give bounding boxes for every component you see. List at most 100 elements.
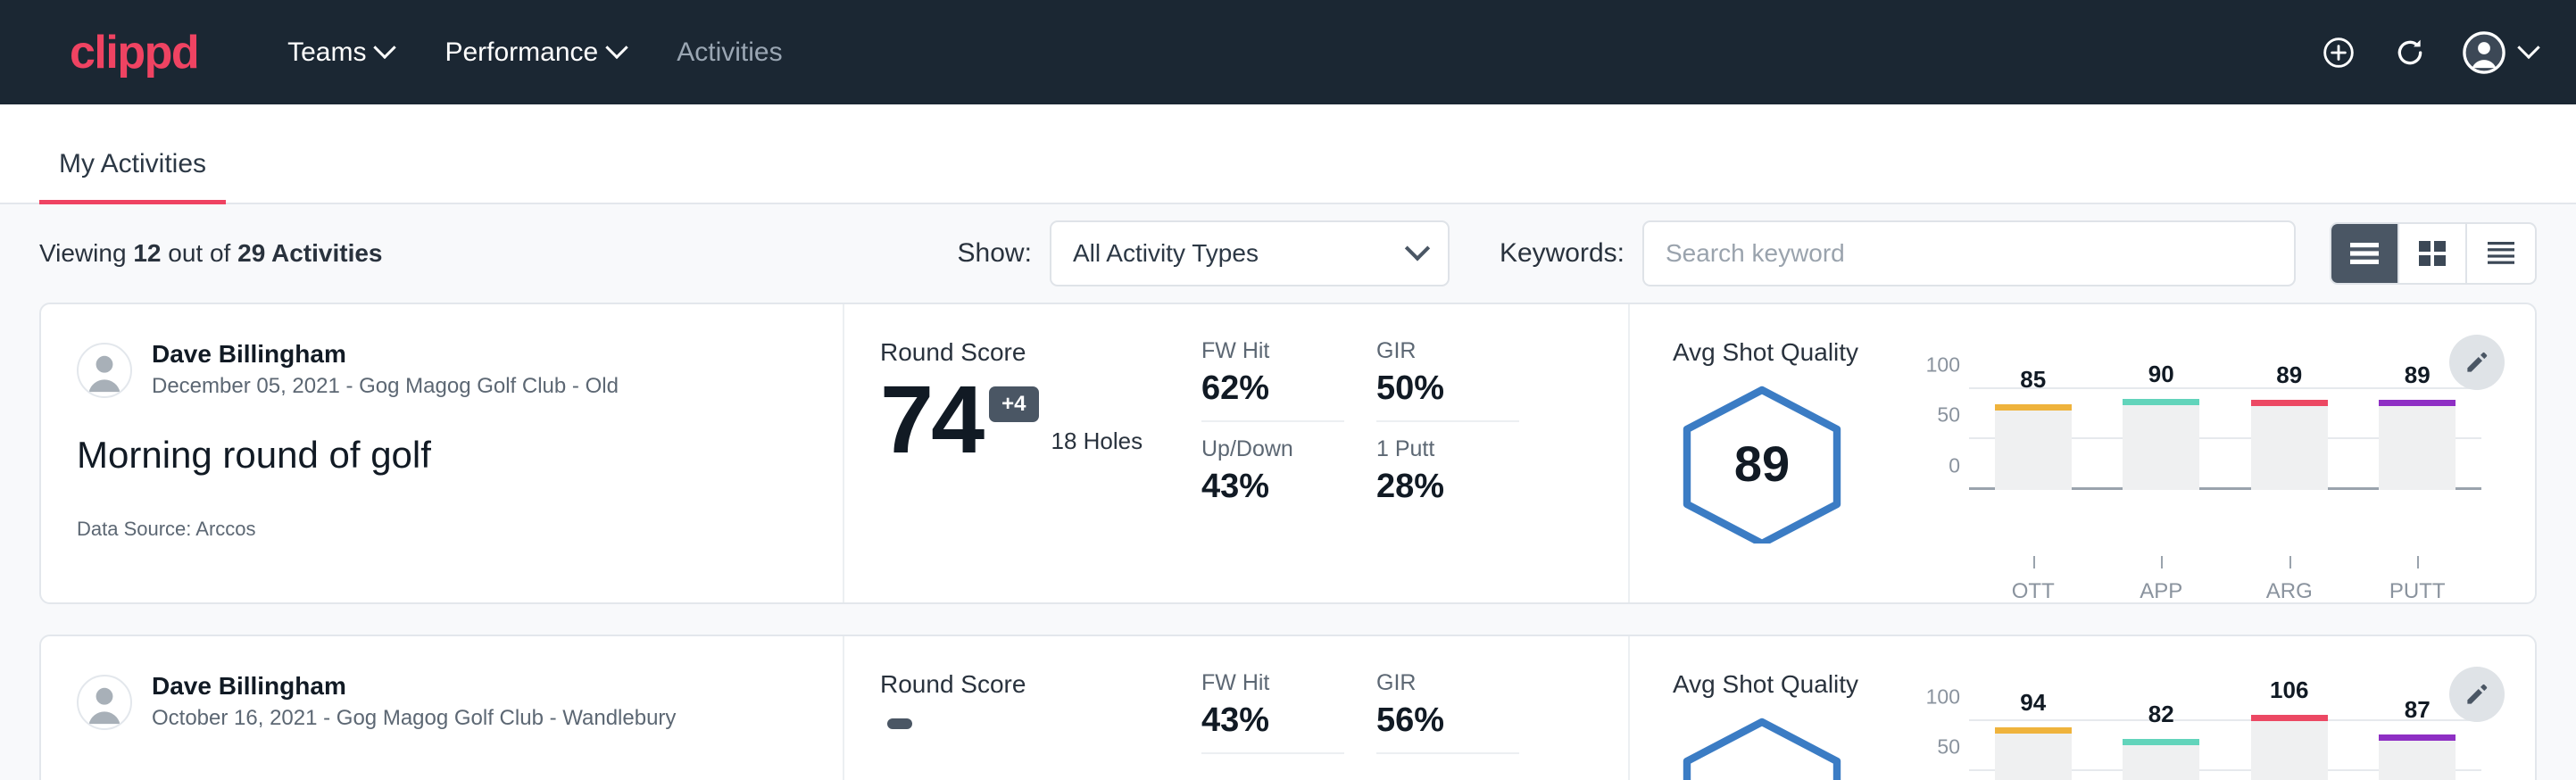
edit-activity-button[interactable] — [2449, 667, 2505, 722]
shot-quality-chart: 050100 85908989 OTTAPPARGPUTT — [1914, 338, 2535, 602]
shot-quality-section: Avg Shot Quality 89 050100 85908989 OTTA… — [1630, 304, 2535, 602]
chart-bar-slot: 106 — [2251, 706, 2328, 780]
view-mode-toggle-group — [2330, 222, 2537, 285]
shot-quality-label: Avg Shot Quality — [1673, 338, 1914, 367]
activity-summary: Dave Billingham December 05, 2021 - Gog … — [41, 304, 844, 602]
nav-actions — [2319, 30, 2537, 75]
chart-bars: 948210687 — [1969, 706, 2481, 780]
chart-bar — [2251, 715, 2328, 780]
search-field[interactable] — [1642, 220, 2296, 286]
player-row: Dave Billingham December 05, 2021 - Gog … — [77, 338, 807, 402]
chart-plot-area: 948210687 — [1969, 706, 2481, 780]
nav-item-activities-label: Activities — [677, 37, 782, 68]
nav-item-teams[interactable]: Teams — [287, 37, 393, 68]
add-activity-button[interactable] — [2319, 33, 2358, 72]
chevron-down-icon — [374, 36, 396, 58]
stat-fw-hit: FW Hit 43% — [1201, 670, 1344, 754]
player-name: Dave Billingham — [152, 338, 619, 370]
chart-bar — [2251, 400, 2328, 490]
chart-bar — [2379, 734, 2456, 780]
person-icon — [79, 675, 130, 730]
chart-bar-cap — [2123, 739, 2199, 745]
chart-bar-cap — [2379, 734, 2456, 741]
edit-activity-button[interactable] — [2449, 335, 2505, 390]
activity-meta: October 16, 2021 - Gog Magog Golf Club -… — [152, 702, 676, 734]
stat-one-putt — [1376, 768, 1519, 780]
pencil-icon — [2464, 681, 2490, 708]
player-info: Dave Billingham October 16, 2021 - Gog M… — [152, 670, 676, 734]
stat-label: 1 Putt — [1376, 436, 1519, 462]
chart-bar-cap — [2123, 399, 2199, 405]
chart-x-label: OTT — [1995, 556, 2072, 604]
stat-up-down: Up/Down 43% — [1201, 436, 1344, 519]
activity-card[interactable]: Dave Billingham December 05, 2021 - Gog … — [39, 303, 2537, 604]
avatar — [77, 343, 132, 398]
tab-my-activities[interactable]: My Activities — [39, 149, 226, 203]
round-score-block: Round Score 74 +4 18 Holes — [880, 338, 1201, 602]
grid-view-button[interactable] — [2399, 224, 2467, 283]
chart-bar-cap — [2379, 400, 2456, 406]
keywords-label: Keywords: — [1500, 238, 1625, 269]
chart-bar-cap — [1995, 727, 2072, 734]
app-logo[interactable]: clippd — [70, 29, 198, 76]
nav-item-performance-label: Performance — [445, 37, 598, 68]
chart-bar — [1995, 404, 2072, 490]
stat-label: GIR — [1376, 670, 1519, 696]
main-content: Viewing 12 out of 29 Activities Show: Al… — [0, 204, 2576, 780]
chart-bar-value: 106 — [2251, 676, 2328, 704]
round-score-section: Round Score 74 +4 18 Holes FW Hit 62% GI… — [844, 304, 1630, 602]
activity-meta: December 05, 2021 - Gog Magog Golf Club … — [152, 370, 619, 402]
chart-bar — [2379, 400, 2456, 490]
nav-item-activities[interactable]: Activities — [677, 37, 782, 68]
chart-bar-slot: 89 — [2379, 374, 2456, 490]
player-info: Dave Billingham December 05, 2021 - Gog … — [152, 338, 619, 402]
compact-view-button[interactable] — [2467, 224, 2535, 283]
stat-value: 43% — [1201, 468, 1344, 506]
round-score-row: 74 +4 18 Holes — [880, 374, 1201, 466]
stat-value: 62% — [1201, 369, 1344, 408]
round-stats-grid: FW Hit 62% GIR 50% Up/Down 43% 1 Putt 28… — [1201, 338, 1519, 602]
activity-type-select[interactable]: All Activity Types — [1050, 220, 1450, 286]
account-menu-button[interactable] — [2462, 30, 2537, 75]
chart-bars: 85908989 — [1969, 374, 2481, 490]
viewing-total: 29 Activities — [237, 239, 382, 267]
chart-bar-cap — [1995, 404, 2072, 411]
top-navigation-bar: clippd Teams Performance Activities — [0, 0, 2576, 104]
shot-quality-chart: 050100 948210687 OTTAPPARGPUTT — [1914, 670, 2535, 780]
round-score-label: Round Score — [880, 338, 1201, 367]
round-score-label: Round Score — [880, 670, 1201, 699]
activity-card[interactable]: Dave Billingham October 16, 2021 - Gog M… — [39, 635, 2537, 780]
chart-bar — [2123, 739, 2199, 780]
viewing-middle: out of — [168, 239, 230, 267]
list-view-button[interactable] — [2331, 224, 2399, 283]
nav-item-performance[interactable]: Performance — [445, 37, 625, 68]
chart-bar — [1995, 727, 2072, 780]
round-score-row — [880, 706, 1201, 729]
hexagon-icon — [1673, 715, 1851, 780]
activity-summary: Dave Billingham October 16, 2021 - Gog M… — [41, 636, 844, 780]
chart-bar-value: 89 — [2251, 361, 2328, 389]
chart-bar-value: 94 — [1995, 689, 2072, 717]
activity-title: Morning round of golf — [77, 433, 807, 477]
chart-bar-slot: 85 — [1995, 374, 2072, 490]
search-input[interactable] — [1666, 239, 2273, 268]
grid-view-icon — [2416, 238, 2448, 269]
stat-label: FW Hit — [1201, 338, 1344, 364]
stat-value: 43% — [1201, 701, 1344, 740]
round-score-section: Round Score FW Hit 43% GIR 56% — [844, 636, 1630, 780]
stat-value: 50% — [1376, 369, 1519, 408]
chart-bar-slot: 82 — [2123, 706, 2199, 780]
stat-value: 56% — [1376, 701, 1519, 740]
chart-bar-slot: 87 — [2379, 706, 2456, 780]
round-score-value: 74 — [880, 374, 982, 466]
chart-bar-value: 90 — [2123, 361, 2199, 388]
tab-bar: My Activities — [0, 104, 2576, 204]
chart-x-label: ARG — [2251, 556, 2328, 604]
chart-bar-value: 82 — [2123, 701, 2199, 728]
shot-quality-summary: Avg Shot Quality 89 — [1673, 338, 1914, 602]
refresh-button[interactable] — [2390, 33, 2430, 72]
nav-item-teams-label: Teams — [287, 37, 366, 68]
plus-circle-icon — [2321, 35, 2356, 71]
show-label: Show: — [958, 238, 1032, 269]
stat-gir: GIR 50% — [1376, 338, 1519, 422]
